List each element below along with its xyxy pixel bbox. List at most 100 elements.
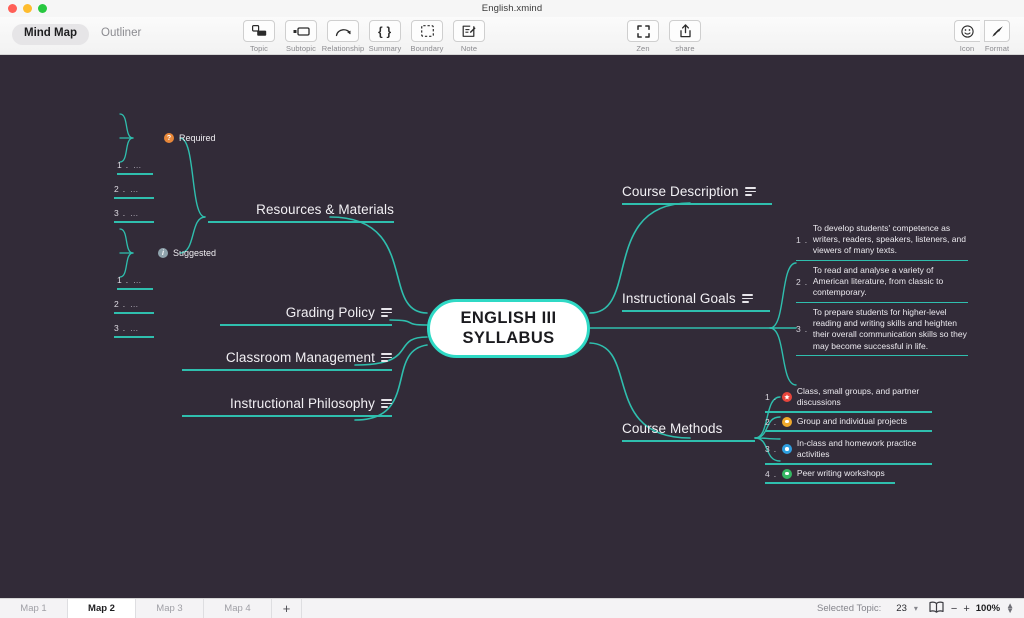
instructional-goal-item[interactable]: 3 . To prepare students for higher-level… [796,307,968,357]
suggested-item[interactable]: 3 . … [114,323,154,338]
subtopic-label: Subtopic [286,44,316,53]
format-panel-label: Format [984,44,1010,53]
icon-panel-label: Icon [959,44,975,53]
item-underline [796,354,968,357]
topic-button[interactable]: Topic [238,20,280,53]
title-bar: English.xmind [0,0,1024,17]
selected-topic-label: Selected Topic: [817,603,882,614]
sheet-tab-map-1[interactable]: Map 1 [0,598,68,618]
item-number: 3 . [765,444,777,455]
branch-underline [622,310,770,312]
summary-button[interactable]: { } Summary [364,20,406,53]
course-method-item[interactable]: 3 . In-class and homework practice activ… [765,438,932,466]
branch-instructional-philosophy[interactable]: Instructional Philosophy [182,396,392,417]
note-indicator-icon[interactable] [744,187,756,196]
item-number: 4 . [765,468,777,479]
book-view-icon[interactable] [929,601,944,616]
item-underline [117,288,153,290]
toolbar: Mind Map Outliner Topic Subtopic Relatio… [0,17,1024,55]
note-indicator-icon[interactable] [741,294,753,303]
summary-label: Summary [368,44,402,53]
item-number: 1 . [117,160,129,170]
note-icon [453,20,485,42]
branch-resources-materials[interactable]: Resources & Materials [208,202,394,223]
suggested-item[interactable]: 2 . … [114,299,154,314]
required-item[interactable]: 3 . … [114,208,154,223]
instructional-goal-item[interactable]: 2 . To read and analyse a variety of Ame… [796,265,968,304]
star-badge-icon [781,392,792,403]
instructional-goal-item[interactable]: 1 . To develop students' competence as w… [796,223,968,262]
format-panel-button[interactable]: Format [982,20,1012,53]
note-button[interactable]: Note [448,20,490,53]
share-button[interactable]: share [664,20,706,53]
branch-label: Classroom Management [225,350,375,365]
share-icon [669,20,701,42]
required-item[interactable]: 2 . … [114,184,154,199]
branch-label: Course Description [622,184,739,199]
panel-tool-group: Icon Format [952,20,1012,53]
smiley-icon [954,20,980,42]
mindmap-canvas[interactable]: ENGLISH III SYLLABUS Resources & Materia… [0,55,1024,598]
suggested-item[interactable]: 1 . … [117,275,153,290]
add-sheet-button[interactable]: + [272,598,302,618]
branch-label: Course Methods [622,421,723,436]
item-text: … [129,299,139,309]
zoom-stepper[interactable]: ▲ ▼ [1006,601,1014,614]
zen-icon [627,20,659,42]
zen-button[interactable]: Zen [622,20,664,53]
boundary-button[interactable]: Boundary [406,20,448,53]
item-number: 3 . [114,323,126,333]
view-mode-switch: Mind Map Outliner [12,24,149,45]
item-number: 1 . [117,275,129,285]
boundary-icon [411,20,443,42]
subtopic-label: Required [179,133,216,143]
branch-course-description[interactable]: Course Description [622,184,772,205]
subtopic-button[interactable]: Subtopic [280,20,322,53]
subtopic-label: Suggested [173,248,217,258]
item-underline [114,312,154,314]
branch-instructional-goals[interactable]: Instructional Goals [622,291,770,312]
zoom-out-button[interactable]: − [951,603,957,615]
subtopic-suggested[interactable]: i Suggested [158,248,216,258]
item-underline [765,430,932,432]
boundary-label: Boundary [410,44,444,53]
note-indicator-icon[interactable] [381,399,392,408]
branch-label: Instructional Goals [622,291,736,306]
branch-underline [622,203,772,205]
required-item[interactable]: 1 . … [117,160,153,175]
sheet-tab-map-3[interactable]: Map 3 [136,598,204,618]
central-topic-line1: ENGLISH III [460,309,557,328]
branch-underline [622,440,755,442]
branch-classroom-management[interactable]: Classroom Management [182,350,392,371]
item-underline [765,463,932,466]
sheet-tab-map-4[interactable]: Map 4 [204,598,272,618]
tab-mind-map[interactable]: Mind Map [12,24,90,45]
status-right-group: Selected Topic: 23 ▾ − + 100% ▲ ▼ [817,601,1024,616]
item-text: To develop students' competence as write… [812,223,966,256]
item-text: To prepare students for higher-level rea… [812,307,967,351]
item-underline [114,221,154,223]
course-method-item[interactable]: 4 . Peer writing workshops [765,468,895,484]
item-number: 2 . [765,416,777,427]
note-indicator-icon[interactable] [381,353,392,362]
course-method-item[interactable]: 1 . Class, small groups, and partner dis… [765,386,932,414]
item-text: In-class and homework practice activitie… [796,438,917,460]
icon-panel-button[interactable]: Icon [952,20,982,53]
topic-label: Topic [249,44,268,53]
subtopic-icon [285,20,317,42]
subtopic-required[interactable]: ? Required [164,133,216,143]
branch-course-methods[interactable]: Course Methods [622,421,755,442]
item-underline [114,336,154,338]
chevron-down-icon[interactable]: ▾ [914,604,918,613]
course-method-item[interactable]: 2 . Group and individual projects [765,416,932,432]
central-topic[interactable]: ENGLISH III SYLLABUS [427,299,590,358]
sheet-tab-map-2[interactable]: Map 2 [68,598,136,618]
branch-underline [182,369,392,371]
suggested-badge-icon: i [158,248,168,258]
zoom-in-button[interactable]: + [963,603,969,615]
branch-grading-policy[interactable]: Grading Policy [220,305,392,326]
note-indicator-icon[interactable] [381,308,392,317]
relationship-button[interactable]: Relationship [322,20,364,53]
relationship-icon [327,20,359,42]
tab-outliner[interactable]: Outliner [93,24,149,45]
